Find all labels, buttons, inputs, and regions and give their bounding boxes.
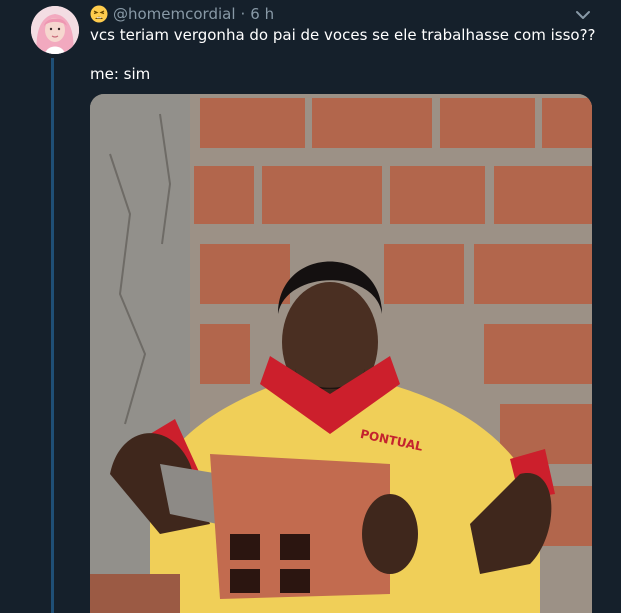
avatar[interactable] <box>31 6 79 54</box>
chevron-down-icon[interactable] <box>574 7 592 21</box>
tweet[interactable]: @homemcordial · 6 h vcs teriam vergonha … <box>0 0 621 613</box>
user-handle[interactable]: @homemcordial <box>113 5 236 23</box>
tweet-text-line-1: vcs teriam vergonha do pai de voces se e… <box>90 26 596 44</box>
tweet-text-line-2: me: sim <box>90 65 151 83</box>
separator-dot: · <box>240 5 246 23</box>
tweet-header: @homemcordial · 6 h <box>90 3 274 25</box>
thread-line <box>51 58 54 613</box>
timestamp[interactable]: 6 h <box>250 5 274 23</box>
tired-face-emoji-icon <box>90 5 108 23</box>
tweet-photo[interactable]: PONTUAL <box>90 94 592 613</box>
